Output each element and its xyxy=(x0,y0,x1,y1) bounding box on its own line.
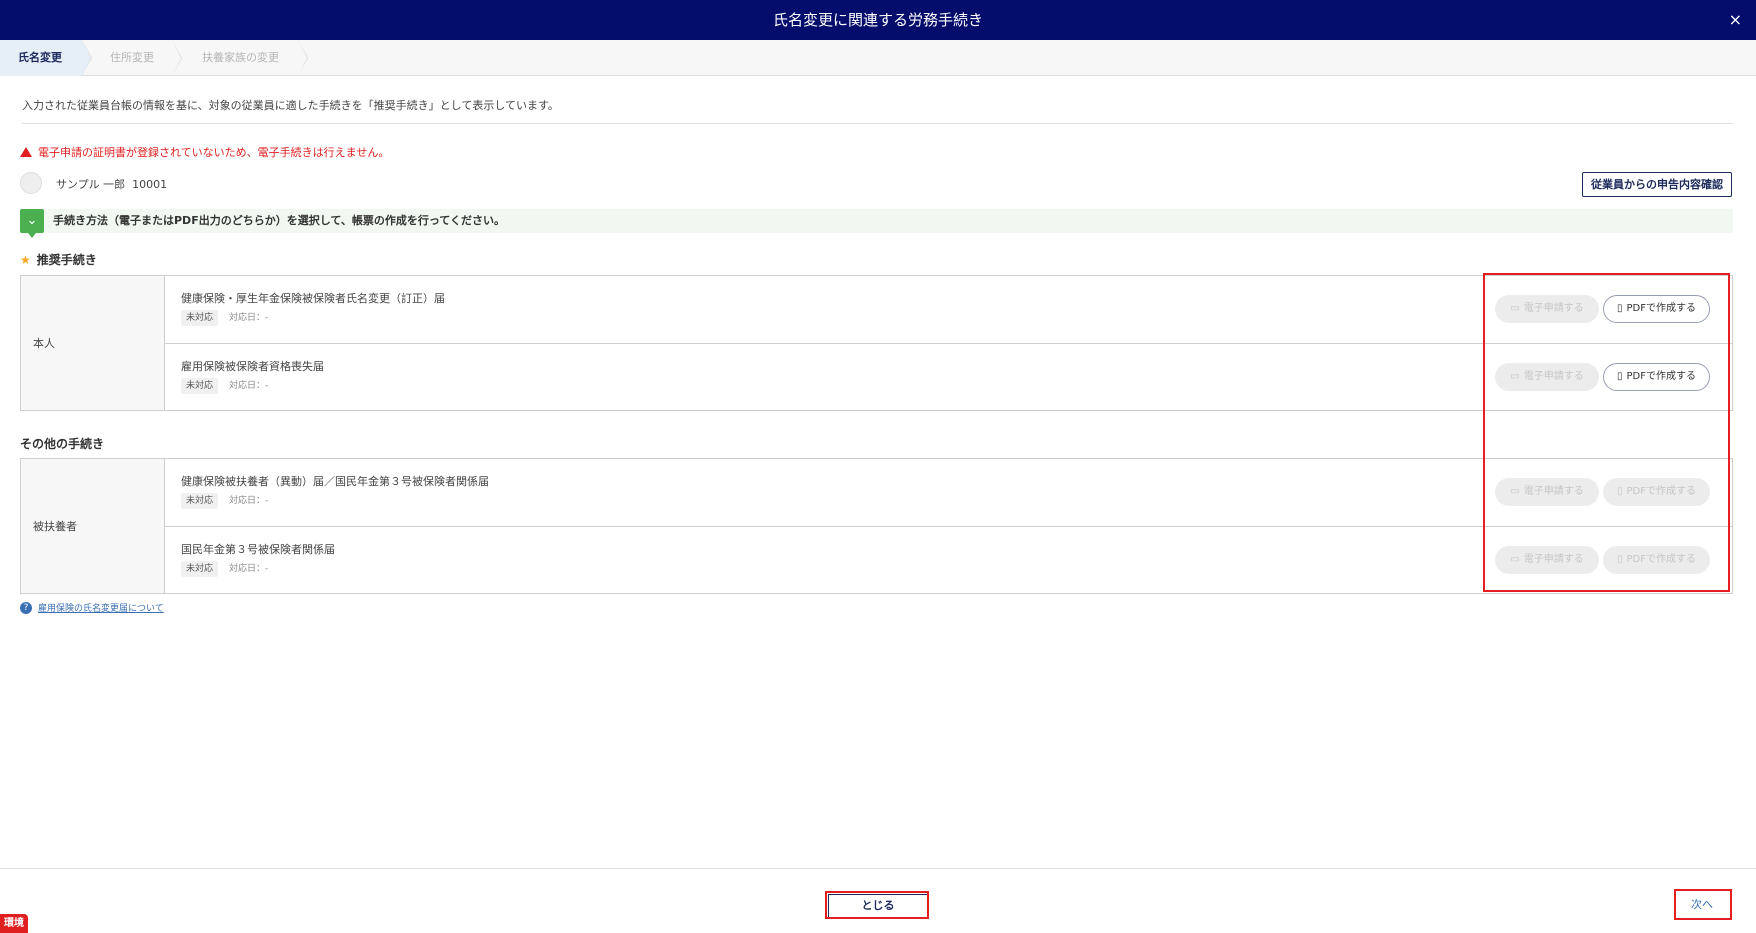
highlight-box xyxy=(1483,273,1730,592)
dialog-titlebar: 氏名変更に関連する労務手続き × xyxy=(0,0,1756,40)
group-label: 本人 xyxy=(33,337,55,350)
recommended-title: 推奨手続き xyxy=(36,253,97,267)
employee-name-id: サンプル 一郎 10001 xyxy=(56,176,167,192)
recommended-table: 本人 健康保険・厚生年金保険被保険者氏名変更（訂正）届 未対応 対応日：- ▭ 電… xyxy=(20,275,1733,411)
star-icon: ★ xyxy=(20,253,31,267)
employee-report-confirm-button[interactable]: 従業員からの申告内容確認 xyxy=(1582,172,1732,197)
close-icon[interactable]: × xyxy=(1729,0,1742,40)
employee-id: 10001 xyxy=(132,178,168,191)
response-date: 対応日：- xyxy=(229,381,269,391)
step-label: 氏名変更 xyxy=(18,51,62,64)
response-date: 対応日：- xyxy=(229,496,269,506)
warning-icon xyxy=(20,147,32,157)
step-name-change[interactable]: 氏名変更 xyxy=(0,40,92,76)
procedure-name: 健康保険被扶養者（異動）届／国民年金第３号被保険者関係届 xyxy=(181,475,489,488)
other-table: 被扶養者 健康保険被扶養者（異動）届／国民年金第３号被保険者関係届 未対応 対応… xyxy=(20,458,1733,594)
step-dependent-change[interactable]: 扶養家族の変更 xyxy=(174,40,308,76)
highlight-box xyxy=(825,891,929,919)
response-date: 対応日：- xyxy=(229,564,269,574)
step-label: 住所変更 xyxy=(110,51,154,64)
warning-message: 電子申請の証明書が登録されていないため、電子手続きは行えません。 xyxy=(20,144,389,160)
recommended-section-title: ★ 推奨手続き xyxy=(20,251,97,268)
dialog-footer: とじる 次へ xyxy=(0,868,1756,933)
help-link-row: ? 雇用保険の氏名変更届について xyxy=(20,601,164,614)
environment-badge: 環境 xyxy=(0,914,28,933)
avatar xyxy=(20,172,42,194)
procedure-name: 国民年金第３号被保険者関係届 xyxy=(181,543,335,556)
dialog-title: 氏名変更に関連する労務手続き xyxy=(772,11,983,29)
question-icon: ? xyxy=(20,601,32,614)
procedure-name: 健康保険・厚生年金保険被保険者氏名変更（訂正）届 xyxy=(181,292,445,305)
status-badge: 未対応 xyxy=(181,493,219,509)
procedure-name: 雇用保険被保険者資格喪失届 xyxy=(181,360,324,373)
step-label: 扶養家族の変更 xyxy=(202,51,279,64)
step-address-change[interactable]: 住所変更 xyxy=(84,40,182,76)
status-badge: 未対応 xyxy=(181,310,219,326)
guide-text: 手続き方法（電子またはPDF出力のどちらか）を選択して、帳票の作成を行ってくださ… xyxy=(53,214,505,227)
response-date: 対応日：- xyxy=(229,313,269,323)
guide-banner: ⌄ 手続き方法（電子またはPDF出力のどちらか）を選択して、帳票の作成を行ってく… xyxy=(20,209,1733,238)
divider xyxy=(22,123,1733,124)
step-navigation: 氏名変更 住所変更 扶養家族の変更 xyxy=(0,40,1756,76)
group-cell: 本人 xyxy=(21,276,165,410)
group-label: 被扶養者 xyxy=(33,520,77,533)
warning-text: 電子申請の証明書が登録されていないため、電子手続きは行えません。 xyxy=(38,146,390,159)
chevron-down-icon: ⌄ xyxy=(20,209,44,238)
intro-text: 入力された従業員台帳の情報を基に、対象の従業員に適した手続きを「推奨手続き」とし… xyxy=(22,99,559,112)
help-link[interactable]: 雇用保険の氏名変更届について xyxy=(38,604,164,614)
status-badge: 未対応 xyxy=(181,378,219,394)
status-badge: 未対応 xyxy=(181,561,219,577)
highlight-box xyxy=(1674,889,1732,920)
group-cell: 被扶養者 xyxy=(21,459,165,593)
other-section-title: その他の手続き xyxy=(20,437,105,451)
employee-name: サンプル 一郎 xyxy=(56,178,126,191)
